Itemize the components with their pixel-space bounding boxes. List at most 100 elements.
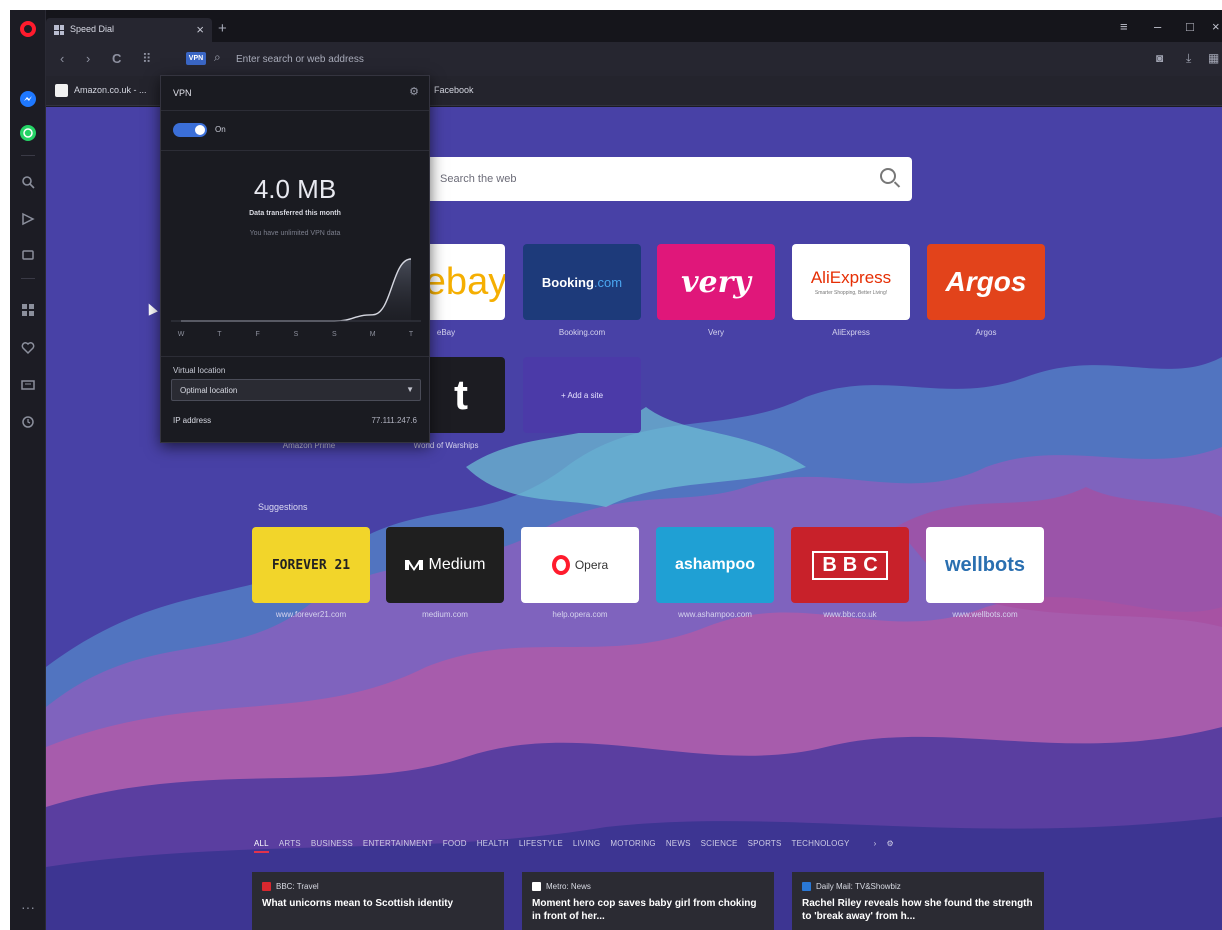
suggestion-opera[interactable]: Opera [521, 527, 639, 603]
news-source: Daily Mail: TV&Showbiz [802, 882, 1034, 891]
vpn-usage-chart: WTFSSMT [171, 258, 421, 338]
news-source-label: Daily Mail: TV&Showbiz [816, 882, 901, 891]
vpn-title: VPN [173, 88, 192, 98]
search-icon[interactable] [19, 175, 37, 193]
news-headline: Rachel Riley reveals how she found the s… [802, 898, 1033, 922]
history-clock-icon[interactable] [19, 415, 37, 433]
address-input[interactable] [236, 51, 836, 67]
back-button[interactable]: ‹ [60, 51, 64, 66]
suggestion-bbc[interactable]: BBC [791, 527, 909, 603]
vpn-data-amount: 4.0 MB [253, 174, 337, 204]
vpn-location-select[interactable]: Optimal location ▼ [171, 379, 421, 401]
extensions-icon[interactable]: ▦ [1208, 51, 1219, 65]
speed-dial-very[interactable]: very [657, 244, 775, 320]
suggestion-medium[interactable]: Medium [386, 527, 504, 603]
medium-logo-text: Medium [428, 556, 486, 573]
news-category-motoring[interactable]: MOTORING [610, 839, 655, 853]
booking-logo-text: Booking [541, 274, 594, 290]
search-input[interactable] [440, 170, 840, 188]
amazon-bookmark-icon [55, 84, 68, 97]
vpn-unlimited-note: You have unlimited VPN data [249, 230, 341, 237]
news-category-news[interactable]: NEWS [666, 839, 691, 853]
vpn-usage-area [181, 259, 411, 321]
forever21-logo-text: FOREVER 21 [271, 557, 351, 573]
browser-window: ··· Speed Dial × + ≡ – □ × ‹ › C ⠿ VPN ⌕… [10, 10, 1222, 930]
messenger-icon[interactable] [19, 90, 37, 108]
snapshot-camera-icon[interactable]: ◙ [1156, 51, 1163, 65]
vpn-chart-day-label: F [256, 331, 260, 338]
vpn-badge-button[interactable]: VPN [186, 52, 206, 65]
speed-dial-home-button[interactable]: ⠿ [142, 51, 152, 67]
vpn-chart-day-label: T [217, 331, 222, 338]
news-category-technology[interactable]: TECHNOLOGY [792, 839, 850, 853]
suggestion-caption: www.bbc.co.uk [823, 610, 877, 619]
news-category-entertainment[interactable]: ENTERTAINMENT [363, 839, 433, 853]
news-icon[interactable] [19, 378, 37, 396]
news-card[interactable]: Daily Mail: TV&Showbiz Rachel Riley reve… [792, 872, 1044, 930]
news-card[interactable]: BBC: Travel What unicorns mean to Scotti… [252, 872, 504, 930]
sidebar-more-icon[interactable]: ··· [19, 898, 37, 916]
sidebar: ··· [10, 10, 46, 930]
maximize-button[interactable]: □ [1186, 19, 1194, 34]
suggestion-caption: www.ashampoo.com [678, 610, 752, 619]
news-settings-gear-icon[interactable]: ⚙ [886, 839, 893, 853]
easy-setup-icon[interactable]: ≡ [1120, 19, 1128, 34]
close-window-button[interactable]: × [1212, 19, 1220, 34]
news-headline: Moment hero cop saves baby girl from cho… [532, 898, 757, 922]
tab-speed-dial[interactable]: Speed Dial × [46, 18, 212, 42]
opera-logo-text: Opera [574, 558, 609, 572]
vpn-location-value: Optimal location [180, 386, 238, 395]
flow-send-icon[interactable] [19, 212, 37, 230]
metro-source-icon [532, 882, 541, 891]
speed-dial-booking[interactable]: Booking .com [523, 244, 641, 320]
whatsapp-icon[interactable] [19, 124, 37, 142]
speed-dial-icon[interactable] [19, 303, 37, 321]
speed-dial-tab-icon [54, 25, 64, 35]
speed-dial-caption: Booking.com [558, 328, 606, 337]
add-site-label: + Add a site [560, 390, 604, 400]
opera-logo-icon [551, 555, 570, 575]
news-category-living[interactable]: LIVING [573, 839, 600, 853]
new-tab-button[interactable]: + [218, 20, 227, 37]
suggestion-caption: help.opera.com [552, 610, 608, 619]
vpn-settings-gear-icon[interactable]: ⚙ [409, 85, 419, 98]
news-category-lifestyle[interactable]: LIFESTYLE [519, 839, 563, 853]
opera-menu-icon[interactable] [20, 21, 36, 37]
vpn-popup: VPN ⚙ On 4.0 MB Data transferred this mo… [160, 75, 430, 443]
news-category-arts[interactable]: ARTS [279, 839, 301, 853]
vpn-toggle[interactable] [173, 123, 207, 137]
vpn-location-label: Virtual location [173, 366, 226, 375]
suggestion-forever21[interactable]: FOREVER 21 [252, 527, 370, 603]
news-category-all[interactable]: ALL [254, 839, 269, 853]
tab-close-icon[interactable]: × [196, 22, 204, 37]
bookmark-facebook[interactable]: Facebook [434, 85, 474, 95]
news-card[interactable]: Metro: News Moment hero cop saves baby g… [522, 872, 774, 930]
search-icon[interactable] [880, 168, 896, 184]
add-site-button[interactable]: + Add a site [523, 357, 641, 433]
news-category-health[interactable]: HEALTH [477, 839, 509, 853]
news-category-sports[interactable]: SPORTS [748, 839, 782, 853]
reload-button[interactable]: C [112, 51, 121, 66]
news-category-food[interactable]: FOOD [443, 839, 467, 853]
suggestion-wellbots[interactable]: wellbots [926, 527, 1044, 603]
heart-bookmarks-icon[interactable] [19, 341, 37, 359]
speed-dial-aliexpress[interactable]: AliExpress Smarter Shopping, Better Livi… [792, 244, 910, 320]
speed-dial-argos[interactable]: Argos [927, 244, 1045, 320]
suggestions-label: Suggestions [258, 502, 308, 512]
bookmark-amazon[interactable]: Amazon.co.uk - ... [74, 85, 147, 95]
forward-button[interactable]: › [86, 51, 90, 66]
address-bar: ‹ › C ⠿ VPN ⌕ ◙ ⤓ ▦ [46, 42, 1222, 76]
suggestion-caption: medium.com [422, 610, 468, 619]
address-search-icon: ⌕ [214, 50, 221, 64]
news-source: BBC: Travel [262, 882, 494, 891]
vpn-chart-day-label: T [409, 331, 414, 338]
news-category-science[interactable]: SCIENCE [701, 839, 738, 853]
suggestion-ashampoo[interactable]: ashampoo [656, 527, 774, 603]
minimize-button[interactable]: – [1154, 19, 1161, 34]
snapshot-icon[interactable] [19, 248, 37, 266]
download-icon[interactable]: ⤓ [1186, 51, 1191, 66]
news-source: Metro: News [532, 882, 764, 891]
vpn-ip-value: 77.111.247.6 [371, 416, 417, 425]
news-next-arrow-icon[interactable]: › [874, 839, 877, 853]
news-category-business[interactable]: BUSINESS [311, 839, 353, 853]
